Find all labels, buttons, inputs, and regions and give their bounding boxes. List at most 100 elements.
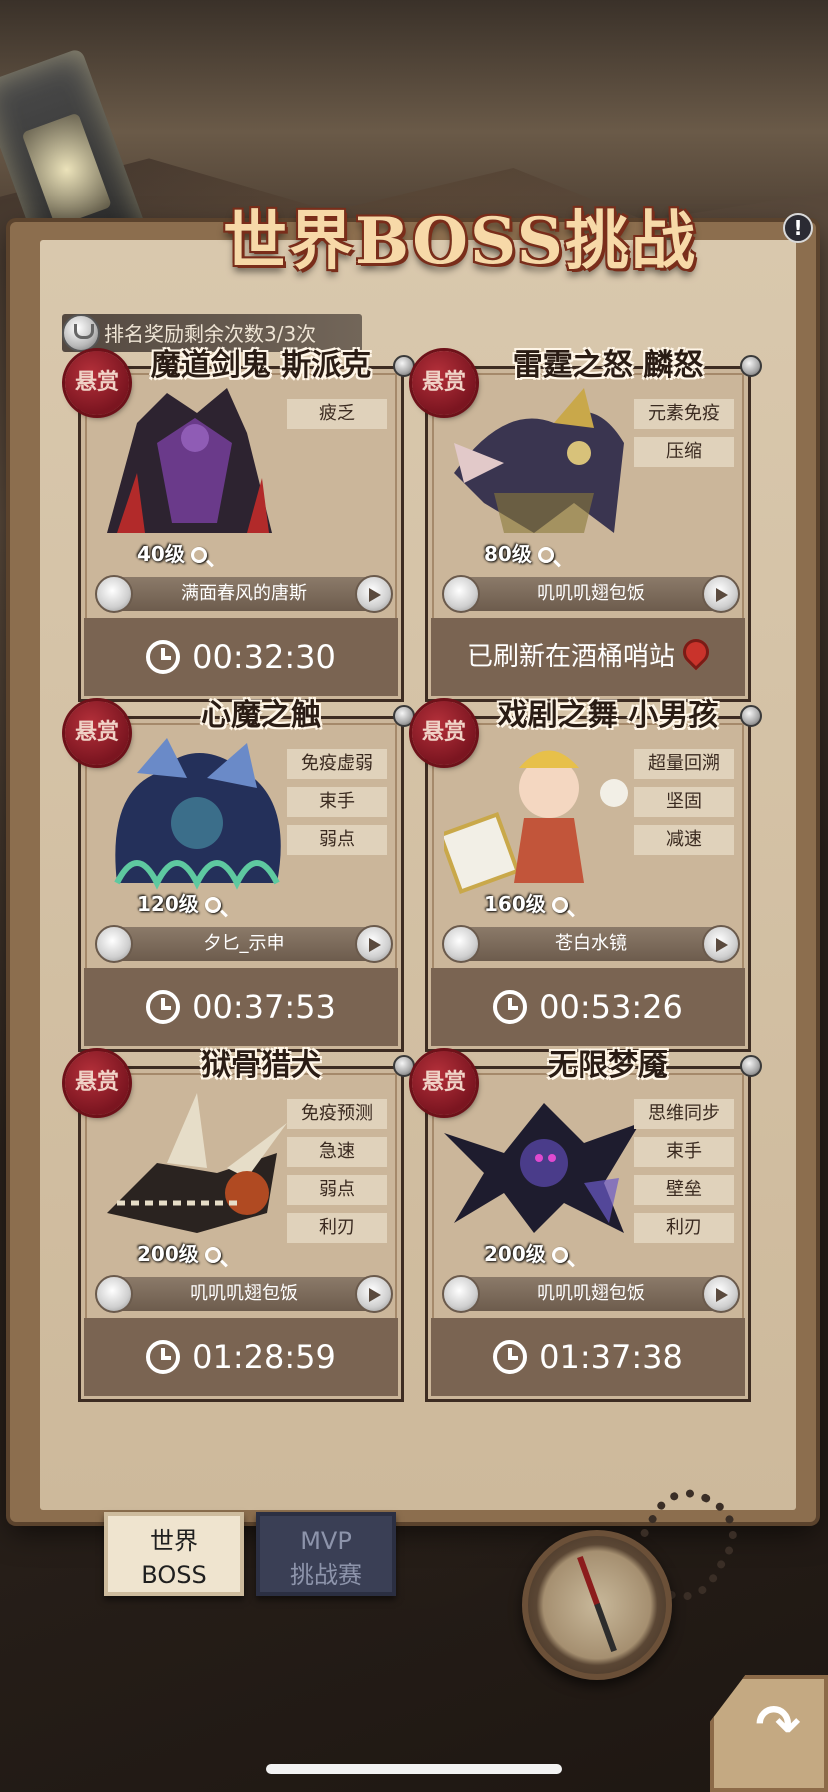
countdown-timer: 01:37:38 xyxy=(431,1318,745,1396)
owner-bar[interactable]: 夕匕_示申 xyxy=(95,925,393,963)
guild-emblem-icon xyxy=(95,925,133,963)
boss-card[interactable]: 疲乏 40级 满面春风的唐斯 00:32:30 魔道剑鬼 斯派克 悬赏 xyxy=(65,348,415,702)
arrow-right-icon[interactable] xyxy=(702,575,740,613)
trait-tag: 急速 xyxy=(287,1137,387,1167)
owner-name: 叽叽叽翅包饭 xyxy=(537,583,645,604)
boss-card[interactable]: 思维同步 束手 壁垒 利刃 200级 叽叽叽翅包饭 01:37:38 无限梦魇 … xyxy=(412,1048,762,1402)
boss-name: 狱骨猎犬 xyxy=(201,1048,321,1083)
bounty-seal: 悬赏 xyxy=(65,701,129,765)
search-icon[interactable] xyxy=(537,547,554,563)
boss-card[interactable]: 元素免疫 压缩 80级 叽叽叽翅包饭 已刷新在酒桶哨站 雷霆之怒 麟怒 悬赏 xyxy=(412,348,762,702)
trait-tag: 免疫虚弱 xyxy=(287,749,387,779)
owner-name: 苍白水镜 xyxy=(555,933,627,954)
search-icon[interactable] xyxy=(190,547,207,563)
arrow-right-icon[interactable] xyxy=(702,925,740,963)
pin-icon xyxy=(393,1055,415,1077)
boss-portrait xyxy=(444,750,628,895)
search-icon[interactable] xyxy=(204,897,221,913)
trait-tags: 疲乏 xyxy=(287,399,387,437)
trait-tag: 免疫预测 xyxy=(287,1099,387,1129)
clock-icon xyxy=(493,1340,528,1374)
boss-level[interactable]: 160级 xyxy=(484,889,594,919)
boss-portrait xyxy=(114,738,281,890)
info-icon[interactable]: ! xyxy=(783,213,813,243)
tab-label-line2: BOSS xyxy=(141,1561,207,1589)
pin-icon xyxy=(393,705,415,727)
boss-card[interactable]: 免疫预测 急速 弱点 利刃 200级 叽叽叽翅包饭 01:28:59 狱骨猎犬 … xyxy=(65,1048,415,1402)
tab-label-line1: MVP xyxy=(300,1527,352,1555)
boss-name: 戏剧之舞 小男孩 xyxy=(497,698,719,733)
bounty-seal: 悬赏 xyxy=(65,1051,129,1115)
search-icon[interactable] xyxy=(551,1247,568,1263)
owner-bar[interactable]: 叽叽叽翅包饭 xyxy=(95,1275,393,1313)
countdown-timer: 00:53:26 xyxy=(431,968,745,1046)
tab-label-line2: 挑战赛 xyxy=(290,1561,362,1589)
countdown-timer: 01:28:59 xyxy=(84,1318,398,1396)
boss-level[interactable]: 80级 xyxy=(484,539,594,569)
trait-tag: 思维同步 xyxy=(634,1099,734,1129)
trait-tag: 利刃 xyxy=(634,1213,734,1243)
boss-card[interactable]: 免疫虚弱 束手 弱点 120级 夕匕_示申 00:37:53 心魔之触 悬赏 xyxy=(65,698,415,1052)
boss-portrait xyxy=(444,1103,640,1233)
tab-mvp-challenge[interactable]: MVP 挑战赛 xyxy=(256,1512,396,1596)
arrow-right-icon[interactable] xyxy=(355,575,393,613)
arrow-right-icon[interactable] xyxy=(702,1275,740,1313)
trait-tags: 元素免疫 压缩 xyxy=(634,399,734,475)
guild-emblem-icon xyxy=(442,925,480,963)
boss-name: 无限梦魇 xyxy=(548,1048,668,1083)
tab-world-boss[interactable]: 世界 BOSS xyxy=(104,1512,244,1596)
owner-bar[interactable]: 叽叽叽翅包饭 xyxy=(442,575,740,613)
pin-icon xyxy=(393,355,415,377)
trait-tag: 超量回溯 xyxy=(634,749,734,779)
share-arrow-icon[interactable]: ↷ xyxy=(748,1698,808,1752)
bounty-seal: 悬赏 xyxy=(412,351,476,415)
boss-level[interactable]: 200级 xyxy=(484,1239,594,1269)
map-pin-icon[interactable] xyxy=(677,633,715,671)
trait-tag: 弱点 xyxy=(287,1175,387,1205)
clock-icon xyxy=(146,1340,181,1374)
trait-tag: 压缩 xyxy=(634,437,734,467)
owner-name: 夕匕_示申 xyxy=(203,933,285,954)
spawn-location[interactable]: 已刷新在酒桶哨站 xyxy=(431,618,745,696)
boss-level[interactable]: 120级 xyxy=(137,889,247,919)
clock-icon xyxy=(493,990,528,1024)
owner-bar[interactable]: 苍白水镜 xyxy=(442,925,740,963)
search-icon[interactable] xyxy=(551,897,568,913)
trait-tag: 利刃 xyxy=(287,1213,387,1243)
compass-icon[interactable] xyxy=(522,1530,672,1680)
boss-level[interactable]: 40级 xyxy=(137,539,247,569)
trait-tags: 免疫预测 急速 弱点 利刃 xyxy=(287,1099,387,1251)
boss-level[interactable]: 200级 xyxy=(137,1239,247,1269)
trait-tag: 坚固 xyxy=(634,787,734,817)
boss-card[interactable]: 超量回溯 坚固 减速 160级 苍白水镜 00:53:26 戏剧之舞 小男孩 悬… xyxy=(412,698,762,1052)
boss-portrait xyxy=(107,388,272,533)
trait-tags: 超量回溯 坚固 减速 xyxy=(634,749,734,863)
guild-emblem-icon xyxy=(95,1275,133,1313)
countdown-timer: 00:32:30 xyxy=(84,618,398,696)
home-indicator[interactable] xyxy=(266,1764,562,1774)
owner-bar[interactable]: 满面春风的唐斯 xyxy=(95,575,393,613)
countdown-timer: 00:37:53 xyxy=(84,968,398,1046)
guild-emblem-icon xyxy=(442,575,480,613)
bounty-seal: 悬赏 xyxy=(65,351,129,415)
owner-name: 满面春风的唐斯 xyxy=(181,583,307,604)
trait-tags: 思维同步 束手 壁垒 利刃 xyxy=(634,1099,734,1251)
pin-icon xyxy=(740,355,762,377)
guild-emblem-icon xyxy=(442,1275,480,1313)
pin-icon xyxy=(740,1055,762,1077)
arrow-right-icon[interactable] xyxy=(355,925,393,963)
tab-label-line1: 世界 xyxy=(150,1527,198,1555)
owner-name: 叽叽叽翅包饭 xyxy=(537,1283,645,1304)
boss-portrait xyxy=(454,388,624,533)
boss-name: 雷霆之怒 麟怒 xyxy=(512,348,704,383)
guild-emblem-icon xyxy=(95,575,133,613)
owner-name: 叽叽叽翅包饭 xyxy=(190,1283,298,1304)
clock-icon xyxy=(146,990,181,1024)
arrow-right-icon[interactable] xyxy=(355,1275,393,1313)
bounty-seal: 悬赏 xyxy=(412,1051,476,1115)
trait-tag: 疲乏 xyxy=(287,399,387,429)
trophy-icon xyxy=(62,314,100,352)
search-icon[interactable] xyxy=(204,1247,221,1263)
trait-tag: 元素免疫 xyxy=(634,399,734,429)
owner-bar[interactable]: 叽叽叽翅包饭 xyxy=(442,1275,740,1313)
